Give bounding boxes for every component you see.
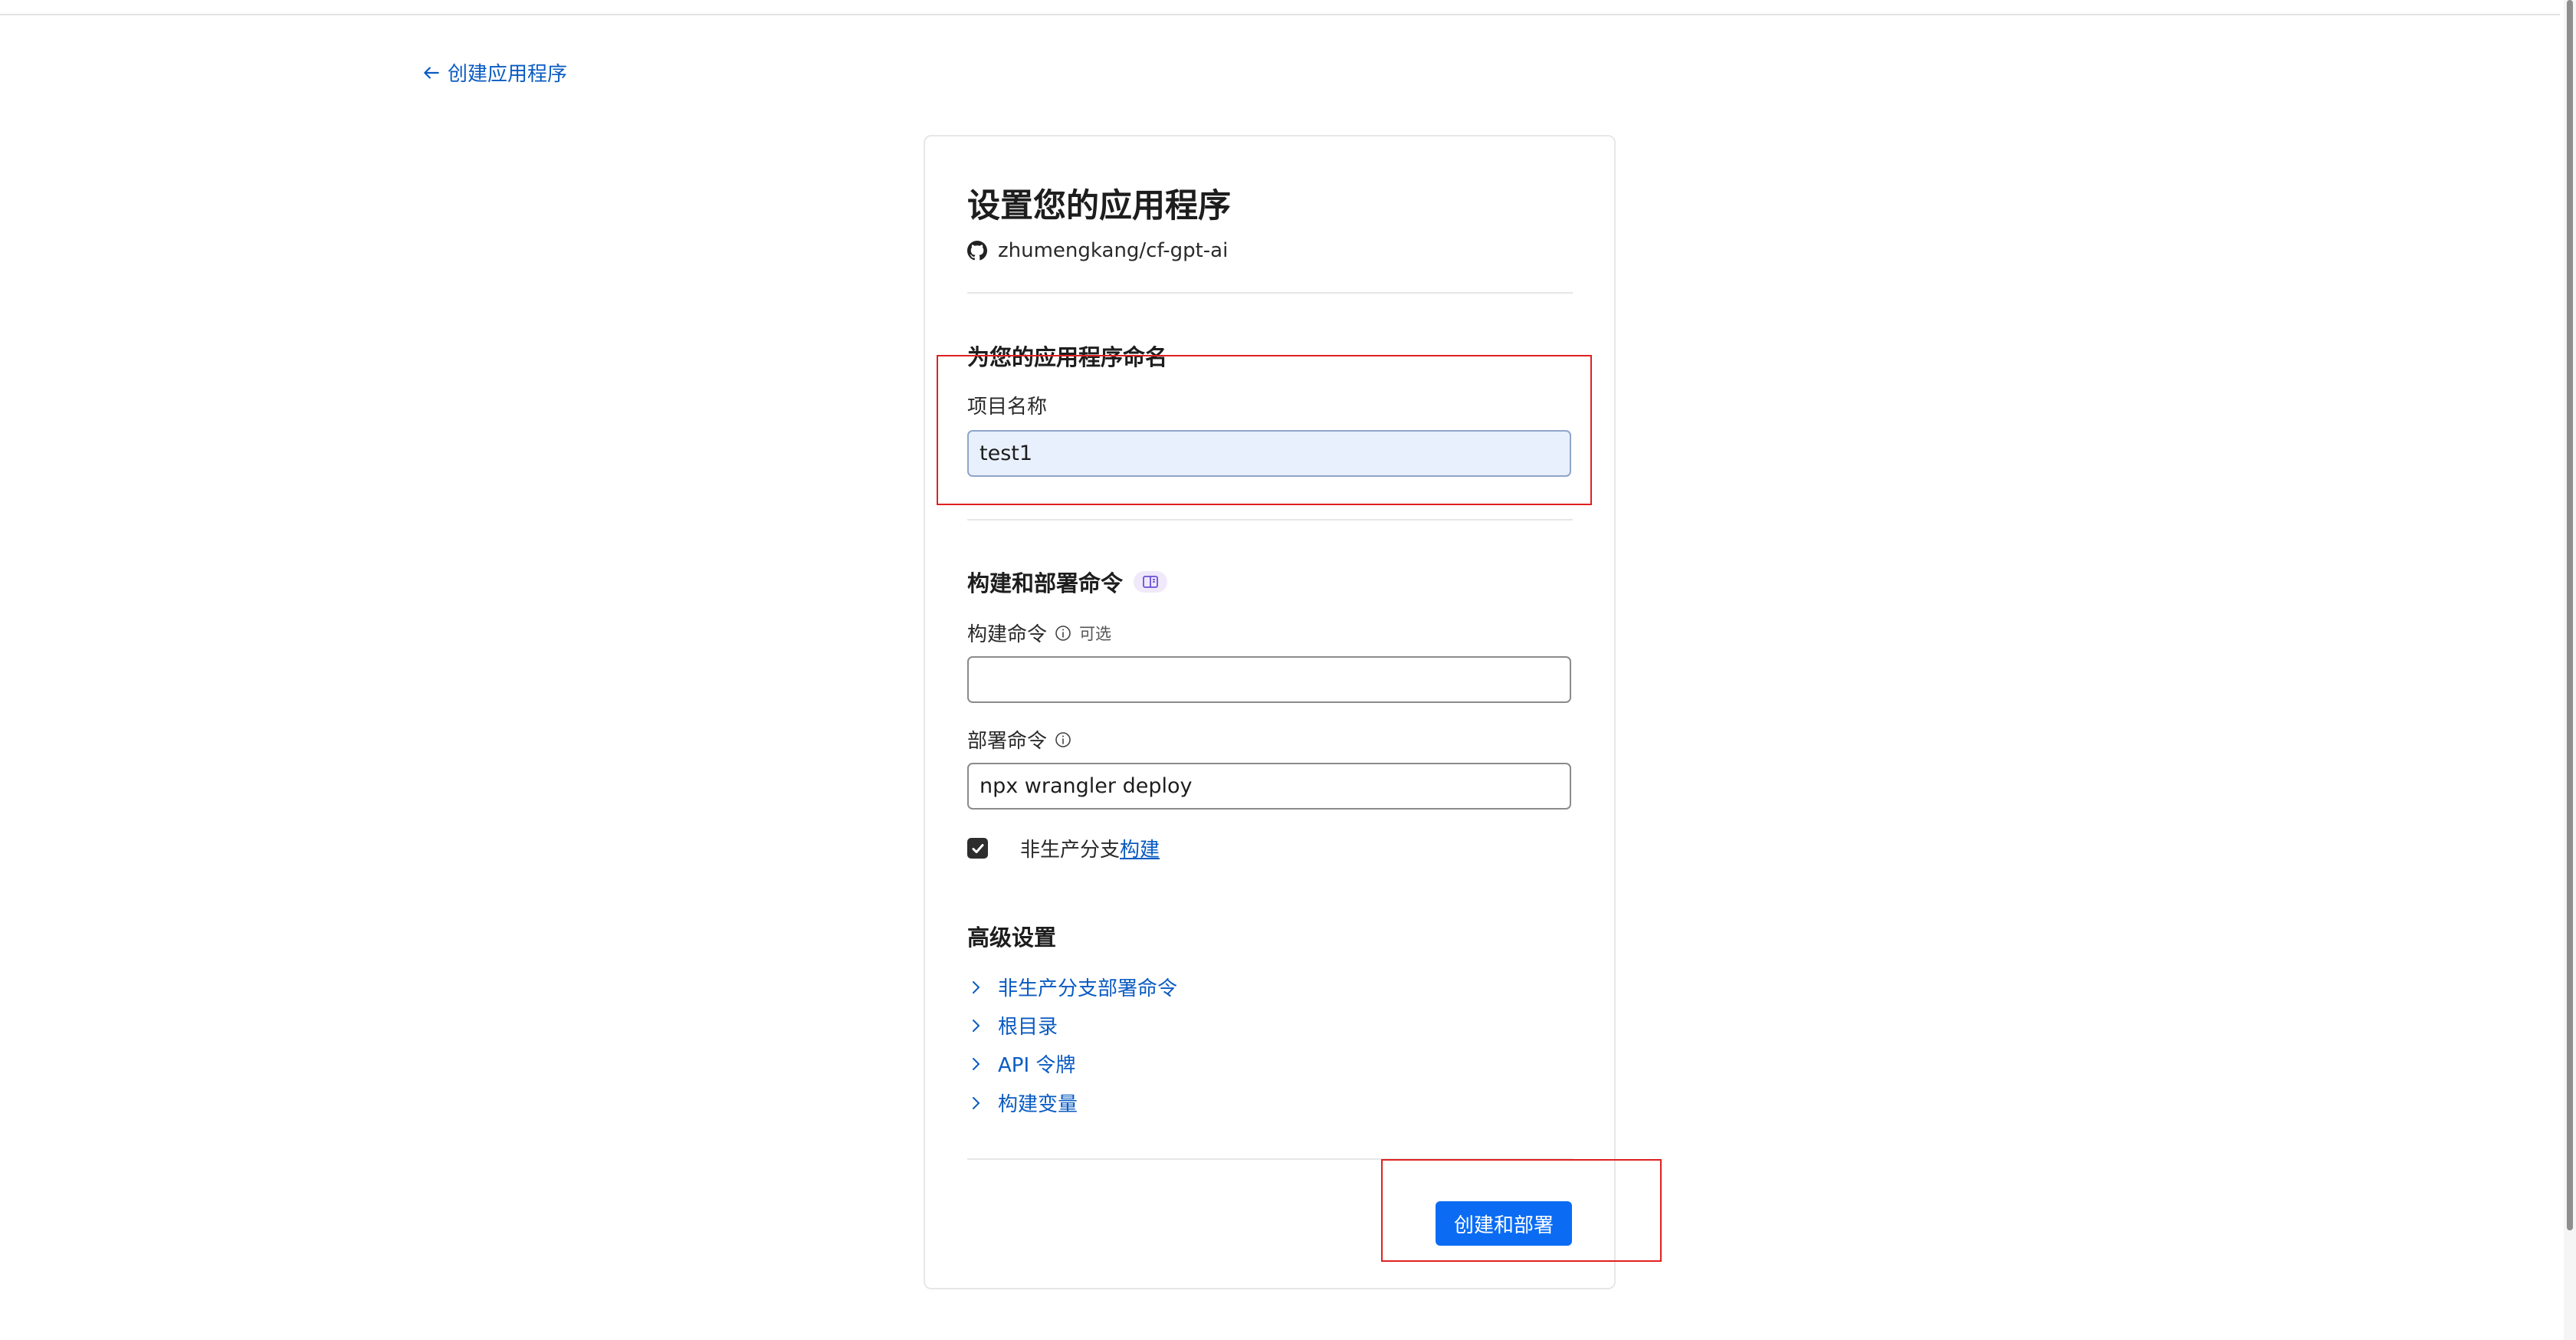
deploy-command-label: 部署命令	[967, 725, 1071, 754]
build-heading: 构建和部署命令	[967, 566, 1168, 598]
nonprod-build-link[interactable]: 构建	[1120, 834, 1160, 862]
advanced-item-nonprod-deploy[interactable]: 非生产分支部署命令	[967, 973, 1177, 1001]
optional-tag: 可选	[1079, 624, 1112, 643]
repo-info: zhumengkang/cf-gpt-ai	[967, 239, 1228, 262]
divider	[967, 292, 1573, 294]
nonprod-build-row: 非生产分支 构建	[967, 834, 1160, 862]
highlight-box-submit	[1381, 1159, 1662, 1262]
build-command-label: 构建命令 可选	[967, 619, 1111, 647]
info-icon[interactable]	[1055, 625, 1071, 642]
page-title: 设置您的应用程序	[967, 187, 1231, 225]
book-icon	[1143, 576, 1158, 588]
divider	[967, 519, 1573, 521]
chevron-right-icon	[973, 1019, 980, 1032]
advanced-item-root-dir[interactable]: 根目录	[967, 1011, 1058, 1039]
back-link[interactable]: 创建应用程序	[422, 58, 567, 87]
arrow-left-icon	[424, 66, 439, 79]
docs-badge[interactable]	[1134, 571, 1168, 593]
nonprod-build-checkbox[interactable]	[967, 838, 988, 859]
top-divider	[0, 14, 2560, 15]
advanced-heading: 高级设置	[967, 925, 1057, 951]
info-icon[interactable]	[1055, 731, 1071, 748]
advanced-item-api-token[interactable]: API 令牌	[967, 1049, 1075, 1078]
build-command-input[interactable]	[967, 656, 1571, 703]
advanced-item-label: 非生产分支部署命令	[998, 977, 1178, 1000]
deploy-command-input[interactable]	[967, 763, 1571, 810]
github-icon	[967, 241, 987, 261]
advanced-item-label: 构建变量	[998, 1093, 1078, 1116]
advanced-item-label: API 令牌	[998, 1054, 1076, 1077]
vertical-scrollbar[interactable]	[2564, 0, 2576, 1340]
chevron-right-icon	[973, 1057, 980, 1070]
highlight-box-name	[937, 355, 1592, 505]
deploy-command-label-text: 部署命令	[967, 730, 1048, 753]
build-heading-text: 构建和部署命令	[967, 570, 1124, 596]
scrollbar-thumb[interactable]	[2567, 0, 2573, 1230]
advanced-item-build-vars[interactable]: 构建变量	[967, 1089, 1078, 1117]
back-link-label: 创建应用程序	[448, 63, 568, 86]
checkmark-icon	[972, 843, 983, 853]
chevron-right-icon	[973, 1096, 980, 1109]
repo-name: zhumengkang/cf-gpt-ai	[998, 239, 1229, 262]
advanced-item-label: 根目录	[998, 1016, 1058, 1039]
chevron-right-icon	[973, 980, 980, 994]
nonprod-build-label: 非生产分支	[1020, 839, 1121, 862]
build-command-label-text: 构建命令	[967, 623, 1048, 646]
